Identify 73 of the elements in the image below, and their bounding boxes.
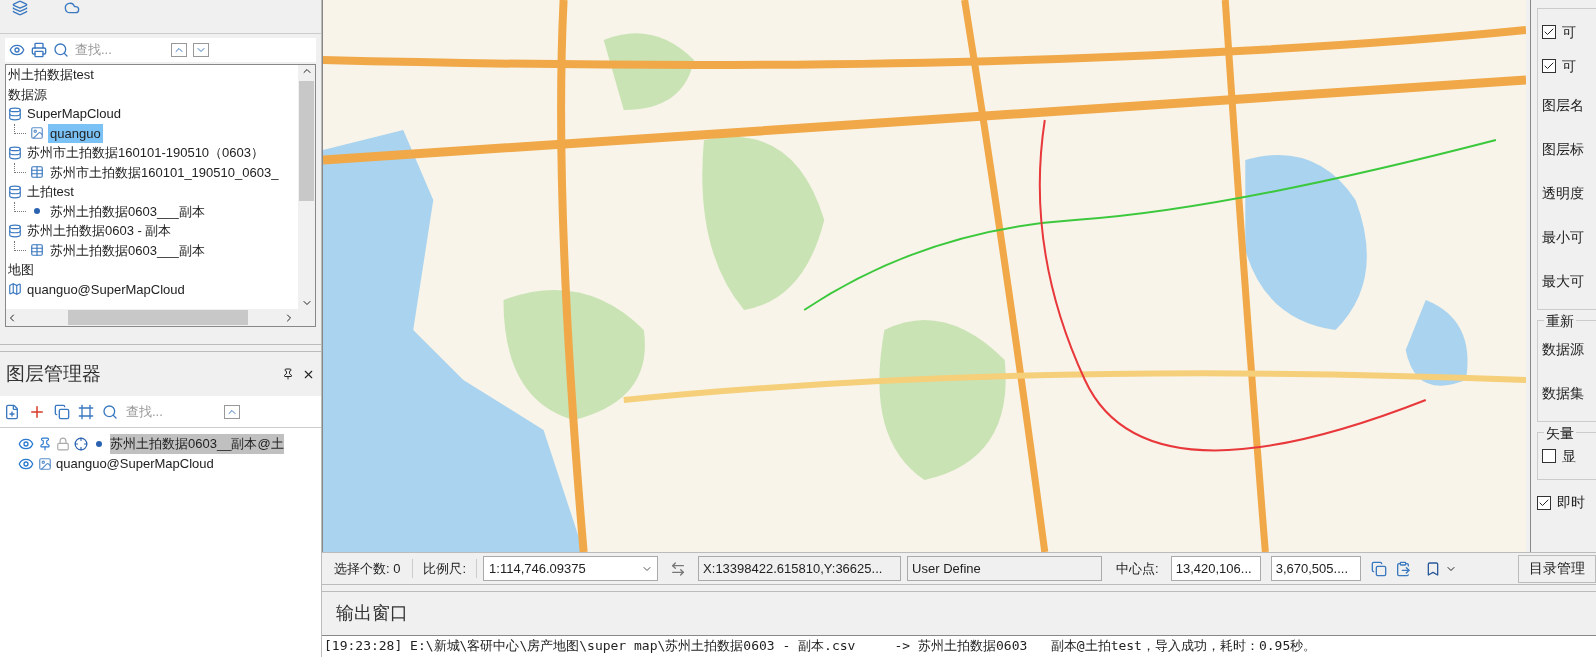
- scrollbar-thumb[interactable]: [299, 81, 314, 201]
- checkbox-label: 可: [1562, 56, 1576, 76]
- move-up-icon[interactable]: [224, 404, 240, 419]
- image-icon: [30, 126, 44, 141]
- table-icon: [30, 243, 44, 258]
- log-line: [19:23:28] E:\新城\客研中心\房产地图\super map\苏州土拍数据0603 - 副本.csv -> 苏州土拍数据0603 副本@土拍test，导入成功，耗时：0.95秒。: [324, 637, 1318, 655]
- center-x-field[interactable]: 13,420,106...: [1170, 556, 1261, 581]
- center-label: 中心点:: [1116, 559, 1159, 578]
- field-label: 数据源: [1542, 339, 1584, 359]
- horizontal-scrollbar[interactable]: [6, 309, 315, 326]
- tree-item[interactable]: 土拍test: [27, 182, 74, 202]
- database-icon: [8, 145, 22, 160]
- tree-item[interactable]: 苏州土拍数据0603___副本: [48, 201, 207, 221]
- scale-label: 比例尺:: [413, 558, 478, 579]
- tree-item[interactable]: SuperMapCloud: [27, 104, 121, 124]
- move-down-icon[interactable]: [193, 43, 209, 57]
- search-field[interactable]: 查找...: [126, 401, 216, 422]
- map-icon: [8, 282, 22, 297]
- projection-field: User Define: [907, 556, 1103, 581]
- tree-item[interactable]: 苏州市土拍数据160101-190510（0603）: [27, 143, 264, 163]
- eye-icon[interactable]: [18, 456, 34, 472]
- catalog-tab[interactable]: 目录管理: [1518, 554, 1596, 583]
- tree-item[interactable]: quanguo@SuperMapCloud: [27, 279, 185, 299]
- eye-icon[interactable]: [18, 436, 34, 452]
- field-label: 数据集: [1542, 383, 1584, 403]
- tree-item[interactable]: 苏州土拍数据0603 - 副本: [27, 221, 172, 241]
- eye-icon[interactable]: [9, 42, 25, 58]
- image-icon: [38, 457, 52, 471]
- coordinates-field: X:13398422.615810,Y:36625...: [698, 556, 902, 581]
- tree-item[interactable]: quanguo: [48, 123, 103, 143]
- copy-icon[interactable]: [54, 403, 70, 420]
- field-label: 最小可: [1542, 227, 1584, 247]
- paste-icon[interactable]: [1394, 560, 1411, 577]
- point-icon: [34, 208, 40, 215]
- selection-count: 选择个数: 0: [322, 558, 414, 579]
- checkbox-label: 可: [1562, 22, 1576, 42]
- table-icon: [30, 165, 44, 180]
- output-window-title: 输出窗口: [335, 602, 409, 625]
- panel-title: 图层管理器: [6, 361, 101, 386]
- checkbox-label: 即时: [1557, 493, 1585, 512]
- field-label: 最大可: [1542, 271, 1584, 291]
- vertical-scrollbar[interactable]: [298, 65, 315, 309]
- copy-icon[interactable]: [1370, 560, 1387, 577]
- checkbox[interactable]: [1542, 449, 1556, 463]
- checkbox[interactable]: [1537, 495, 1551, 510]
- center-y-field[interactable]: 3,670,505....: [1270, 556, 1361, 581]
- search-icon[interactable]: [53, 42, 69, 58]
- layer-item[interactable]: 苏州土拍数据0603__副本@土: [110, 434, 284, 454]
- workspace-title: 州土拍数据test: [8, 66, 95, 84]
- layer-item[interactable]: quanguo@SuperMapCloud: [56, 454, 214, 474]
- tree-section[interactable]: 地图: [8, 260, 298, 280]
- database-icon: [8, 184, 22, 199]
- field-label: 图层名: [1542, 95, 1584, 115]
- tree-item[interactable]: 苏州市土拍数据160101_190510_0603_: [48, 162, 281, 182]
- field-label: 图层标: [1542, 139, 1584, 159]
- new-layer-icon[interactable]: [4, 403, 20, 420]
- database-icon: [8, 106, 22, 121]
- tree-item[interactable]: 苏州土拍数据0603___副本: [48, 240, 207, 260]
- field-label: 透明度: [1542, 183, 1584, 203]
- checkbox-label: 显: [1562, 446, 1576, 466]
- search-icon[interactable]: [102, 403, 118, 420]
- printer-icon[interactable]: [31, 42, 47, 58]
- move-up-icon[interactable]: [171, 43, 187, 57]
- scale-dropdown[interactable]: 1:114,746.09375: [483, 556, 659, 581]
- checkbox[interactable]: [1542, 59, 1556, 73]
- database-icon: [8, 223, 22, 238]
- scale-value: 1:114,746.09375: [489, 559, 587, 578]
- point-icon: [96, 441, 102, 447]
- checkbox[interactable]: [1542, 25, 1556, 39]
- scrollbar-thumb[interactable]: [68, 310, 248, 325]
- tree-section[interactable]: 数据源: [8, 84, 298, 104]
- pin-icon[interactable]: [282, 368, 294, 380]
- swap-icon[interactable]: [670, 560, 687, 577]
